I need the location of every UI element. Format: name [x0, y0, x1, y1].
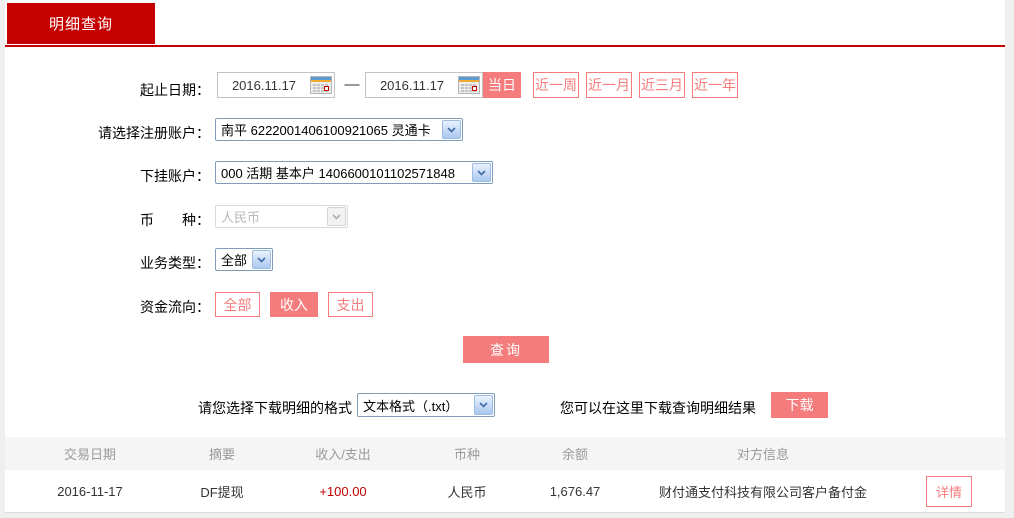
header-counterparty: 对方信息: [736, 447, 789, 462]
header-income-expense: 收入/支出: [315, 447, 371, 462]
cell-currency: 人民币: [447, 484, 487, 500]
date-to-value: 2016.11.17: [379, 77, 445, 93]
download-format-value: 文本格式（.txt）: [363, 398, 459, 414]
currency-select: 人民币: [215, 205, 348, 228]
flow-income-button[interactable]: 收入: [270, 292, 318, 317]
download-button[interactable]: 下载: [771, 392, 828, 418]
quick-range-3months-button[interactable]: 近三月: [639, 72, 685, 98]
query-button[interactable]: 查询: [463, 336, 549, 363]
business-type-label: 业务类型：: [140, 255, 210, 271]
download-hint-text: 您可以在这里下载查询明细结果: [560, 400, 756, 416]
date-to-input[interactable]: 2016.11.17: [365, 72, 483, 98]
business-type-value: 全部: [221, 253, 248, 268]
sub-account-value: 000 活期 基本户 1406600101102571848: [221, 166, 455, 181]
header-summary: 摘要: [208, 447, 235, 462]
download-format-label: 请您选择下载明细的格式: [198, 400, 352, 416]
detail-query-panel: 明细查询 起止日期： 2016.11.17 — 2016.11.17 当日 近一…: [5, 0, 1005, 513]
cell-amount: +100.00: [319, 483, 367, 499]
date-from-value: 2016.11.17: [231, 77, 297, 93]
cell-balance: 1,676.47: [549, 483, 601, 499]
date-from-input[interactable]: 2016.11.17: [217, 72, 335, 98]
header-trade-date: 交易日期: [63, 447, 116, 462]
calendar-icon[interactable]: [310, 76, 332, 94]
detail-button[interactable]: 详情: [925, 475, 972, 507]
dropdown-arrow-icon: [252, 250, 271, 269]
cell-summary: DF提现: [200, 484, 244, 500]
registered-account-value: 南平 6222001406100921065 灵通卡: [221, 123, 431, 138]
tab-detail-query[interactable]: 明细查询: [7, 3, 155, 44]
table-row: 2016-11-17 DF提现 +100.00 人民币 1,676.47 财付通…: [5, 470, 1005, 513]
dropdown-arrow-icon: [442, 120, 461, 139]
flow-all-button[interactable]: 全部: [215, 292, 260, 317]
tab-underline: [5, 45, 1005, 47]
download-format-select[interactable]: 文本格式（.txt）: [357, 393, 495, 417]
dropdown-arrow-icon: [474, 395, 493, 415]
quick-range-month-button[interactable]: 近一月: [586, 72, 632, 98]
registered-account-label: 请选择注册账户：: [98, 125, 210, 141]
currency-label: 币 种：: [140, 212, 210, 228]
flow-expense-button[interactable]: 支出: [328, 292, 373, 317]
business-type-select[interactable]: 全部: [215, 248, 273, 271]
currency-value: 人民币: [221, 210, 261, 225]
header-balance: 余额: [561, 447, 588, 462]
sub-account-label: 下挂账户：: [140, 168, 210, 184]
sub-account-select[interactable]: 000 活期 基本户 1406600101102571848: [215, 161, 493, 184]
calendar-icon[interactable]: [458, 76, 480, 94]
dropdown-arrow-icon: [327, 207, 346, 226]
quick-range-today-button[interactable]: 当日: [483, 72, 521, 98]
cell-counterparty: 财付通支付科技有限公司客户备付金: [658, 484, 867, 500]
quick-range-week-button[interactable]: 近一周: [533, 72, 579, 98]
quick-range-year-button[interactable]: 近一年: [692, 72, 738, 98]
date-separator: —: [344, 76, 360, 93]
cell-trade-date: 2016-11-17: [57, 483, 123, 499]
header-currency: 币种: [453, 447, 480, 462]
dropdown-arrow-icon: [472, 163, 491, 182]
registered-account-select[interactable]: 南平 6222001406100921065 灵通卡: [215, 118, 463, 141]
table-header: 交易日期 摘要 收入/支出 币种 余额 对方信息: [5, 437, 1005, 470]
date-range-label: 起止日期：: [140, 82, 210, 98]
fund-flow-label: 资金流向：: [140, 299, 210, 315]
